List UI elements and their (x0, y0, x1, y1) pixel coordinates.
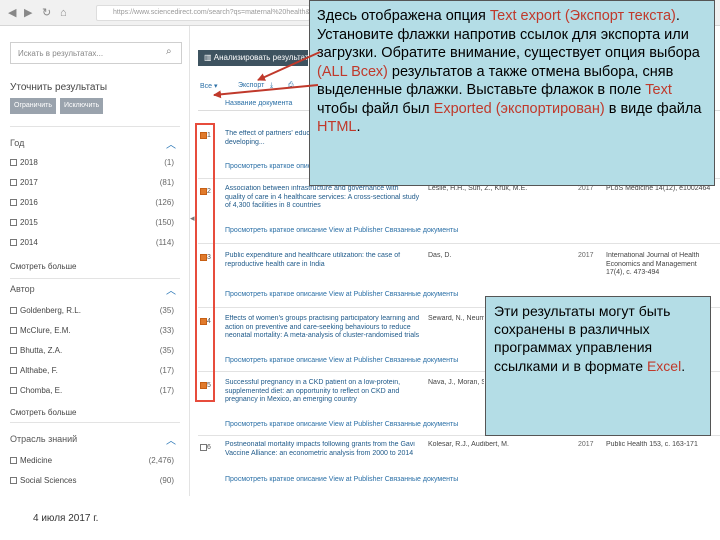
result-authors: Seward, N., Neuman... Tripathy, P., ... (428, 315, 484, 322)
result-source: Public Health 153, c. 163-171 (606, 441, 698, 448)
divider (198, 243, 720, 244)
chevron-down-icon: ▾ (214, 83, 218, 90)
result-checkbox[interactable] (200, 444, 207, 451)
checkbox[interactable] (10, 387, 17, 394)
show-more-years-link[interactable]: Смотреть больше (10, 262, 76, 271)
facet-item-author[interactable]: Althabe, F. (17) (10, 366, 180, 380)
divider (10, 126, 180, 127)
facet-year-heading: Год (10, 138, 25, 148)
divider (10, 422, 180, 423)
collapse-sidebar-icon[interactable]: ◂ (190, 213, 195, 224)
result-authors: Das, D. (428, 252, 452, 259)
reload-icon[interactable]: ↻ (42, 6, 51, 20)
result-actions[interactable]: Просмотреть краткое описание View at Pub… (225, 421, 458, 428)
facet-item-author[interactable]: Chomba, E. (17) (10, 386, 180, 400)
result-authors: Nava, J., Moran, S., ... Montufar, R., P… (428, 379, 484, 386)
export-explanation-callout: Здесь отображена опция Text export (Эксп… (309, 0, 715, 186)
result-year: 2017 (578, 252, 594, 259)
result-title-link[interactable]: Association between infrastructure and g… (225, 185, 420, 211)
exclude-button[interactable]: Исключить (60, 98, 104, 114)
print-icon[interactable]: ⎙ (288, 82, 294, 90)
result-actions[interactable]: Просмотреть краткое описание View at Pub… (225, 227, 458, 234)
chart-icon: ▥ (204, 53, 214, 62)
column-header-title[interactable]: Название документа (225, 100, 292, 107)
result-source: PLoS Medicine 14(12), e1002464 (606, 185, 711, 192)
facet-item-year[interactable]: 2016 (126) (10, 198, 180, 212)
result-title-link[interactable]: Successful pregnancy in a CKD patient on… (225, 379, 420, 414)
arrow-to-select-all (213, 84, 319, 99)
select-all-dropdown[interactable]: Все ▾ (200, 82, 218, 90)
download-icon[interactable]: ⤓ (270, 82, 273, 90)
checkbox[interactable] (10, 159, 17, 166)
facet-item-author[interactable]: Bhutta, Z.A. (35) (10, 346, 180, 360)
facet-item-subject[interactable]: Medicine (2,476) (10, 456, 180, 470)
export-button[interactable]: Экспорт (238, 82, 264, 89)
checkbox[interactable] (10, 219, 17, 226)
facet-author-heading: Автор (10, 284, 35, 294)
facet-item-year[interactable]: 2018 (1) (10, 158, 180, 172)
search-icon[interactable]: ⌕ (166, 46, 172, 57)
result-year: 2017 (578, 441, 594, 448)
show-more-authors-link[interactable]: Смотреть больше (10, 408, 76, 417)
refine-results-title: Уточнить результаты (10, 82, 108, 93)
checkbox[interactable] (10, 239, 17, 246)
facet-item-year[interactable]: 2017 (81) (10, 178, 180, 192)
result-title-link[interactable]: Public expenditure and healthcare utiliz… (225, 252, 420, 270)
result-year: 2017 (578, 185, 594, 192)
chevron-up-icon[interactable]: ︿ (166, 282, 176, 297)
result-actions[interactable]: Просмотреть краткое описание View at Pub… (225, 291, 458, 298)
checkbox[interactable] (10, 477, 17, 484)
checkbox[interactable] (10, 307, 17, 314)
analyze-results-button[interactable]: ▥ Анализировать результаты (198, 50, 308, 66)
checkbox[interactable] (10, 367, 17, 374)
address-bar[interactable]: https://www.sciencedirect.com/search?qs=… (96, 5, 310, 21)
checkbox-highlight-box (195, 123, 215, 402)
refine-sidebar: Искать в результатах... ⌕ Уточнить резул… (0, 26, 190, 496)
search-within-results-input[interactable]: Искать в результатах... (10, 42, 182, 64)
checkbox[interactable] (10, 199, 17, 206)
chevron-up-icon[interactable]: ︿ (166, 136, 176, 151)
result-authors: Leslie, H.H., Sun, Z., Kruk, M.E. (428, 185, 528, 192)
checkbox[interactable] (10, 179, 17, 186)
divider (10, 278, 180, 279)
facet-item-year[interactable]: 2015 (150) (10, 218, 180, 232)
back-icon[interactable]: ◀ (8, 6, 16, 20)
chevron-up-icon[interactable]: ︿ (166, 432, 176, 447)
checkbox[interactable] (10, 327, 17, 334)
checkbox[interactable] (10, 347, 17, 354)
save-results-callout: Эти результаты могут быть сохранены в ра… (485, 296, 711, 436)
result-authors: Kolesar, R.J., Audibert, M. (428, 441, 509, 448)
facet-item-subject[interactable]: Social Sciences (90) (10, 476, 180, 490)
result-source: International Journal of Health Economic… (606, 252, 700, 276)
checkbox[interactable] (10, 457, 17, 464)
result-actions[interactable]: Просмотреть краткое описание View at Pub… (225, 357, 458, 364)
limit-to-button[interactable]: Ограничить (10, 98, 56, 114)
forward-icon[interactable]: ▶ (24, 6, 32, 20)
result-title-link[interactable]: Effects of women's groups practising par… (225, 315, 420, 350)
result-number: 6 (207, 444, 211, 451)
result-actions[interactable]: Просмотреть краткое описание View at Pub… (225, 476, 458, 483)
facet-item-author[interactable]: McClure, E.M. (33) (10, 326, 180, 340)
facet-subject-heading: Отрасль знаний (10, 434, 78, 444)
result-title-link[interactable]: Postneonatal mortality impacts following… (225, 441, 420, 459)
footer-date: 4 июля 2017 г. (33, 513, 99, 524)
home-icon[interactable]: ⌂ (60, 6, 67, 20)
facet-item-year[interactable]: 2014 (114) (10, 238, 180, 252)
facet-item-author[interactable]: Goldenberg, R.L. (35) (10, 306, 180, 320)
